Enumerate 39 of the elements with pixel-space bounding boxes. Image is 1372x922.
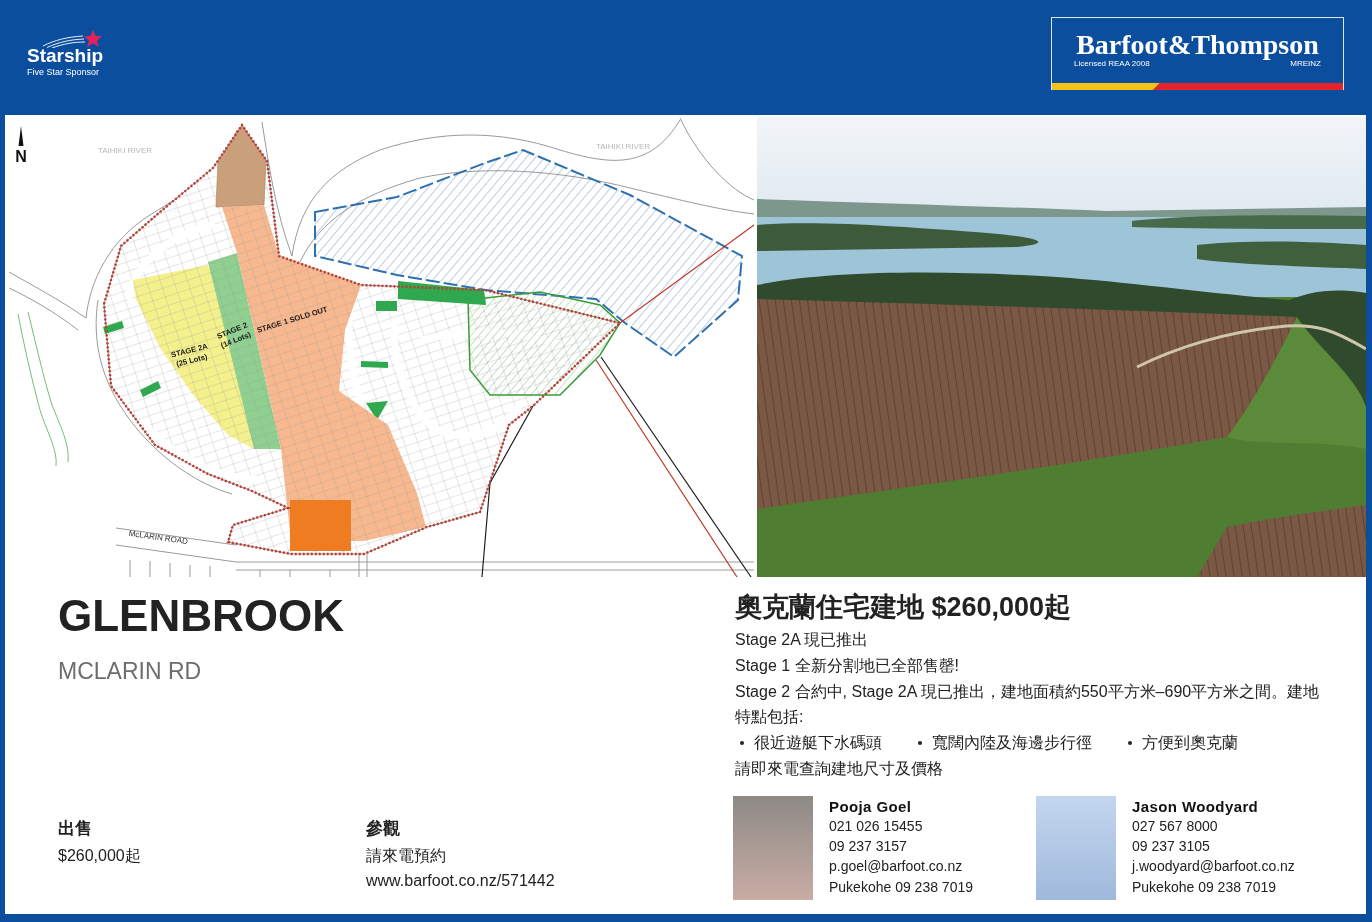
feature-text: 寬闊內陸及海邊步行徑 — [932, 733, 1092, 754]
description-text: Stage 2A 現已推出 — [735, 630, 870, 650]
agent-contact-text: 09 237 3105 — [1132, 837, 1210, 857]
north-label: N — [15, 148, 27, 165]
detail-text: $260,000起 — [58, 846, 141, 866]
river-label: TAIHIKI RIVER — [595, 142, 651, 151]
bullet-icon — [1128, 741, 1132, 746]
membership-text: MREINZ — [1290, 59, 1321, 68]
agent-contact-text: 09 237 3157 — [829, 837, 907, 857]
agent-contact-text: Pukekohe 09 238 7019 — [829, 877, 973, 897]
agency-logo-name: Barfoot&Thompson — [1075, 31, 1320, 59]
detail-label: 出售 — [58, 818, 92, 840]
detail-text: 請來電預約 — [366, 846, 446, 866]
listing-title: GLENBROOK — [58, 592, 344, 640]
river-label: TAIHIKI RIVER — [97, 146, 153, 155]
sponsor-logo-name: Starship — [27, 46, 104, 65]
description-text: 請即來電查詢建地尺寸及價格 — [735, 759, 944, 779]
license-text: Licensed REAA 2008 — [1074, 59, 1150, 68]
agent-contact-text: j.woodyard@barfoot.co.nz — [1132, 857, 1295, 877]
road-label: McLARIN ROAD — [128, 528, 189, 547]
bullet-icon — [740, 741, 744, 746]
agent-contact-text: 027 567 8000 — [1132, 816, 1218, 836]
sponsor-tagline: Five Star Sponsor — [27, 67, 100, 78]
agent-name: Jason Woodyard — [1132, 797, 1259, 816]
listing-address: MCLARIN RD — [58, 658, 202, 684]
agent-contact-text: p.goel@barfoot.co.nz — [829, 857, 963, 877]
bullet-icon — [918, 741, 922, 746]
feature-text: 方便到奧克蘭 — [1142, 733, 1238, 754]
commercial-lot — [290, 500, 351, 551]
detail-text: www.barfoot.co.nz/571442 — [366, 871, 555, 891]
agent-contact-text: 021 026 15455 — [829, 816, 923, 836]
agent-name: Pooja Goel — [829, 797, 912, 816]
agent-contact-text: Pukekohe 09 238 7019 — [1132, 877, 1276, 897]
description-text: Stage 2 合約中, Stage 2A 現已推出，建地面積約550平方米–690平方米之間。建地特點包括: — [735, 681, 1321, 728]
feature-text: 很近遊艇下水碼頭 — [754, 733, 882, 754]
shooting-star-icon — [43, 30, 103, 48]
description-text: Stage 1 全新分割地已全部售罄! — [735, 655, 961, 676]
detail-label: 參觀 — [366, 818, 400, 840]
description-heading: 奧克蘭住宅建地 $260,000起 — [735, 591, 1072, 624]
